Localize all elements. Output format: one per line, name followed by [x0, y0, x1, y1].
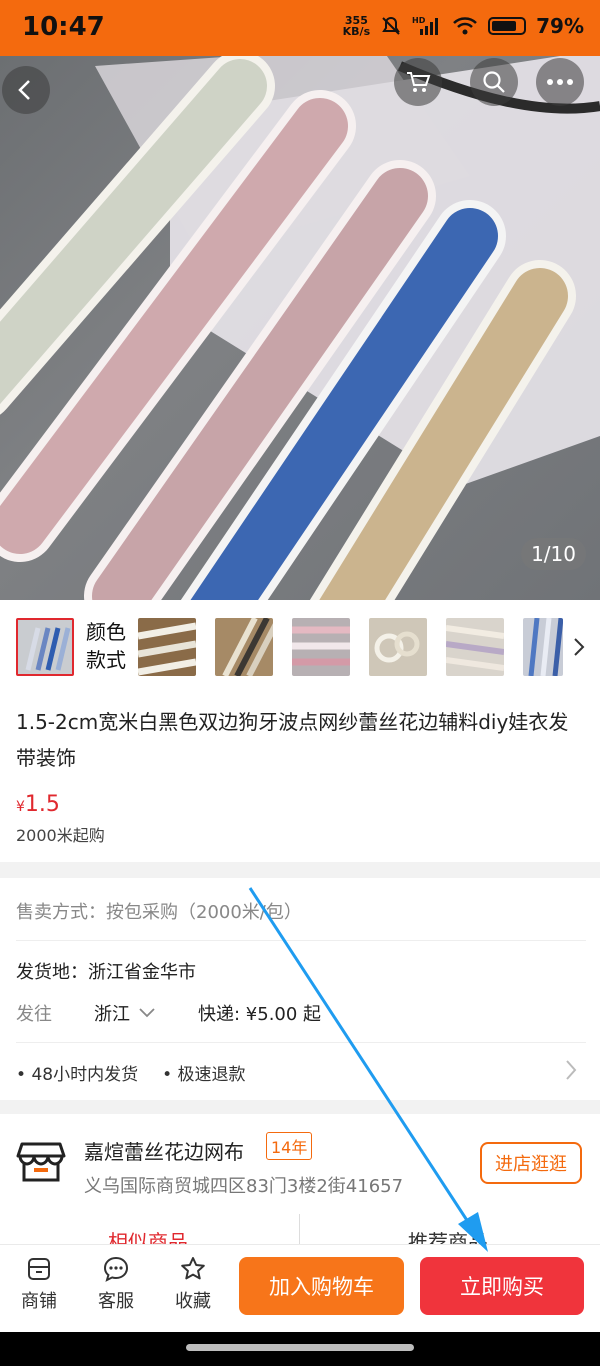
buy-now-button[interactable]: 立即购买 [420, 1257, 584, 1315]
variant-thumbnails: 颜色 款式 [0, 600, 600, 692]
price: ¥1.5 [16, 792, 60, 817]
sale-method: 售卖方式：按包采购（2000米/包） [16, 902, 302, 923]
section-gap [0, 862, 600, 878]
more-dots-icon [547, 79, 573, 85]
variant-thumb[interactable] [138, 618, 196, 676]
cart-icon [407, 72, 431, 92]
shop-name[interactable]: 嘉煊蕾丝花边网布 [84, 1136, 244, 1165]
shop-icon [16, 1142, 66, 1182]
section-gap [0, 1100, 600, 1114]
divider [16, 940, 586, 941]
product-title: 1.5-2cm宽米白黑色双边狗牙波点网纱蕾丝花边辅料diy娃衣发带装饰 [16, 710, 569, 770]
chevron-right-icon[interactable] [564, 1058, 578, 1082]
customer-service-button[interactable]: 客服 [86, 1255, 146, 1313]
favorite-button[interactable]: 收藏 [163, 1255, 223, 1313]
enter-shop-button[interactable]: 进店逛逛 [480, 1142, 582, 1184]
battery-icon [488, 17, 527, 35]
min-order: 2000米起购 [16, 826, 105, 845]
star-icon [181, 1257, 205, 1280]
shop-tab-button[interactable]: 商铺 [9, 1255, 69, 1313]
ship-origin: 发货地：浙江省金华市 [16, 962, 196, 983]
status-icons: 355 KB/s HD 79% [343, 14, 584, 38]
divider [16, 1042, 586, 1043]
service-list[interactable]: • 48小时内发货 • 极速退款 [16, 1060, 246, 1085]
express-fee: 快递: ¥5.00 起 [198, 1004, 322, 1025]
home-indicator[interactable] [186, 1344, 414, 1351]
search-button[interactable] [470, 58, 518, 106]
tab-similar[interactable]: 相似商品 [108, 1226, 188, 1244]
battery-percent: 79% [536, 14, 584, 38]
divider [299, 1214, 300, 1244]
product-image[interactable]: 1/10 [0, 56, 600, 600]
more-button[interactable] [536, 58, 584, 106]
back-button[interactable] [2, 66, 50, 114]
currency-symbol: ¥ [16, 799, 25, 815]
signal-icon: HD [412, 16, 439, 35]
status-time: 10:47 [22, 12, 105, 42]
store-icon [28, 1258, 50, 1280]
variant-thumb[interactable] [292, 618, 350, 676]
variant-thumb[interactable] [369, 618, 427, 676]
recommend-tabs: 相似商品 推荐商品 [0, 1214, 600, 1244]
add-to-cart-button[interactable]: 加入购物车 [239, 1257, 404, 1315]
network-speed: 355 KB/s [342, 14, 371, 38]
tab-recommended[interactable]: 推荐商品 [408, 1226, 488, 1244]
variant-thumb[interactable] [215, 618, 273, 676]
ship-to-select[interactable]: 浙江 [94, 1000, 156, 1026]
shop-address: 义乌国际商贸城四区83门3楼2街41657 [84, 1176, 404, 1197]
wifi-icon [453, 17, 478, 35]
shop-years-badge: 14年 [266, 1132, 313, 1160]
variant-thumb[interactable] [523, 618, 563, 676]
variant-thumb[interactable] [446, 618, 504, 676]
variant-thumb-selected[interactable] [16, 618, 74, 676]
chat-icon [103, 1256, 129, 1282]
service-item: • 极速退款 [162, 1065, 246, 1085]
lace-photo [0, 56, 600, 600]
ship-to-label: 发往 [16, 1004, 52, 1025]
status-bar: 10:47 355 KB/s HD 79% [0, 0, 600, 56]
bottom-action-bar: 商铺 客服 收藏 加入购物车 立即购买 [0, 1244, 600, 1333]
variant-label: 颜色 款式 [86, 620, 126, 672]
cart-button[interactable] [394, 58, 442, 106]
chevron-right-icon[interactable] [572, 636, 586, 658]
service-item: • 48小时内发货 [16, 1065, 139, 1085]
battery-level [492, 21, 517, 31]
search-icon [483, 71, 505, 93]
price-value: 1.5 [24, 792, 60, 817]
svg-text:HD: HD [412, 16, 426, 25]
image-counter: 1/10 [521, 538, 586, 570]
mute-bell-icon [382, 16, 400, 35]
chevron-left-icon [18, 80, 30, 100]
system-nav-bar [0, 1332, 600, 1366]
chevron-down-icon [139, 1008, 155, 1018]
